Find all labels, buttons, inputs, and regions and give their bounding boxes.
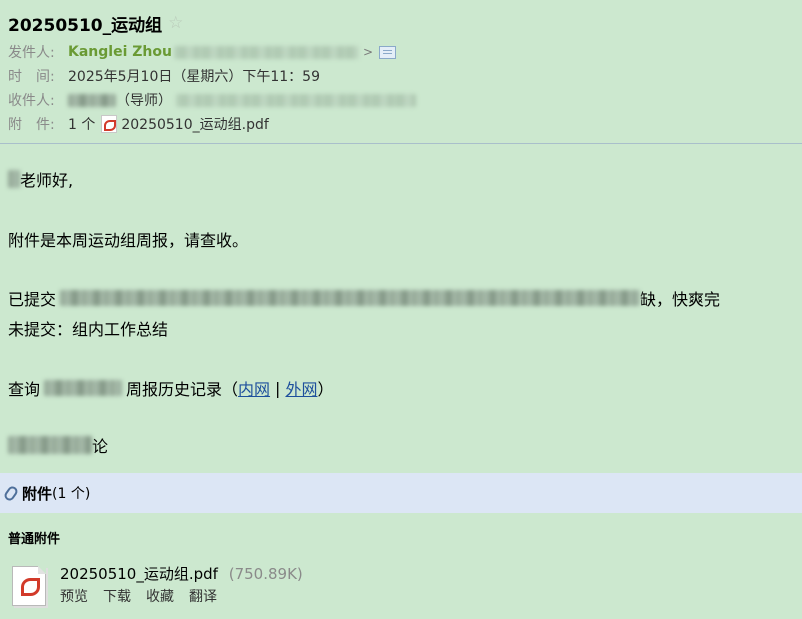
- download-action[interactable]: 下载: [103, 586, 131, 606]
- submitted-line: 已提交 缺，快爽完: [8, 286, 720, 310]
- body-line-1-text: 附件是本周运动组周报，请查收。: [8, 231, 249, 250]
- pdf-file-icon[interactable]: [12, 566, 46, 606]
- attachment-section-title: 附件: [22, 484, 53, 503]
- attachment-type-label: 普通附件: [8, 532, 61, 547]
- attachment-actions: 预览 下载 收藏 翻译: [60, 586, 217, 606]
- link-separator: |: [275, 378, 281, 398]
- email-subject: 20250510_运动组: [8, 15, 163, 36]
- contact-card-icon[interactable]: [379, 45, 397, 59]
- attachment-header-bar: 附件 (1 个): [0, 473, 802, 513]
- not-submitted-text: 未提交：组内工作总结: [8, 320, 169, 339]
- submitted-prefix: 已提交: [8, 290, 57, 309]
- time-value: 2025年5月10日（星期六）下午11：59: [68, 69, 320, 85]
- redacted-submitted-list: [60, 290, 641, 306]
- attachment-file-link[interactable]: 20250510_运动组.pdf: [121, 114, 268, 134]
- greeting-text: 老师好,: [20, 171, 74, 190]
- to-row: 收件人: （导师）: [8, 89, 416, 111]
- from-label: 发件人:: [8, 45, 55, 61]
- sender-arrow: >: [362, 45, 374, 59]
- submitted-suffix: 缺，快爽完: [640, 290, 721, 309]
- signature-line: 论: [8, 433, 108, 457]
- attachment-file-row: 20250510_运动组.pdf (750.89K): [60, 563, 303, 584]
- star-icon[interactable]: ☆: [168, 13, 183, 33]
- redacted-sender-address: [173, 45, 359, 59]
- redacted-teacher-name: [8, 170, 20, 188]
- from-row: 发件人: Kanglei Zhou >: [8, 41, 397, 63]
- preview-action[interactable]: 预览: [60, 586, 88, 606]
- signature-text: 论: [92, 437, 109, 456]
- greeting-line: 老师好,: [8, 167, 73, 191]
- to-label: 收件人:: [8, 93, 55, 109]
- translate-action[interactable]: 翻译: [189, 586, 217, 606]
- sender-name[interactable]: Kanglei Zhou: [68, 44, 172, 60]
- query-end: ）: [317, 380, 334, 399]
- header-divider: [0, 143, 802, 144]
- email-subject-row: 20250510_运动组 ☆: [8, 10, 183, 36]
- attachment-section-count: (1 个): [52, 486, 91, 502]
- query-mid: 周报历史记录（: [126, 380, 239, 399]
- redacted-signature: [8, 436, 92, 454]
- attachment-label: 附 件:: [8, 117, 55, 133]
- intranet-link[interactable]: 内网: [238, 376, 270, 400]
- not-submitted-line: 未提交：组内工作总结: [8, 316, 168, 340]
- time-label: 时 间:: [8, 69, 55, 85]
- attachment-file-size: (750.89K): [228, 565, 303, 583]
- attachment-count: 1 个: [68, 117, 96, 133]
- paperclip-icon: [2, 483, 20, 503]
- recipient-role[interactable]: （导师）: [116, 90, 172, 110]
- time-row: 时 间: 2025年5月10日（星期六）下午11：59: [8, 65, 320, 87]
- history-query-line: 查询 周报历史记录（ 内网 | 外网 ）: [8, 376, 333, 400]
- pdf-icon: [101, 115, 118, 133]
- query-prefix: 查询: [8, 380, 41, 399]
- attachment-summary-row: 附 件: 1 个 20250510_运动组.pdf: [8, 113, 269, 135]
- extranet-link[interactable]: 外网: [285, 376, 317, 400]
- redacted-query-target: [44, 380, 123, 396]
- attachment-file-name[interactable]: 20250510_运动组.pdf: [60, 565, 218, 583]
- redacted-recipient-address: [176, 93, 416, 107]
- favorite-action[interactable]: 收藏: [146, 586, 174, 606]
- body-line-1: 附件是本周运动组周报，请查收。: [8, 227, 248, 251]
- redacted-recipient-name: [68, 93, 116, 107]
